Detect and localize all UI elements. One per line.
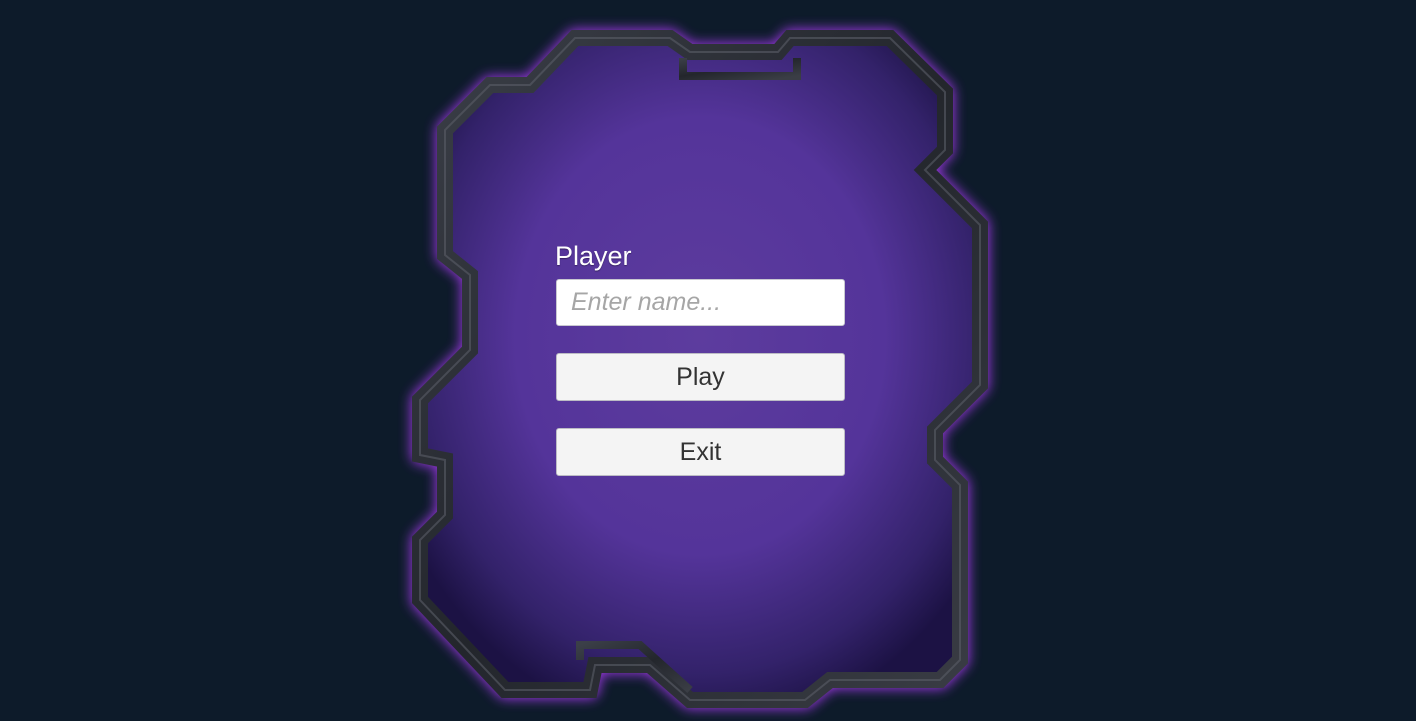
exit-button[interactable]: Exit	[556, 428, 845, 476]
player-label: Player	[555, 241, 632, 271]
player-name-input[interactable]	[556, 279, 845, 326]
login-menu: Player Play Exit	[555, 238, 846, 476]
game-screen: Player Play Exit	[0, 0, 1416, 721]
play-button[interactable]: Play	[556, 353, 845, 401]
